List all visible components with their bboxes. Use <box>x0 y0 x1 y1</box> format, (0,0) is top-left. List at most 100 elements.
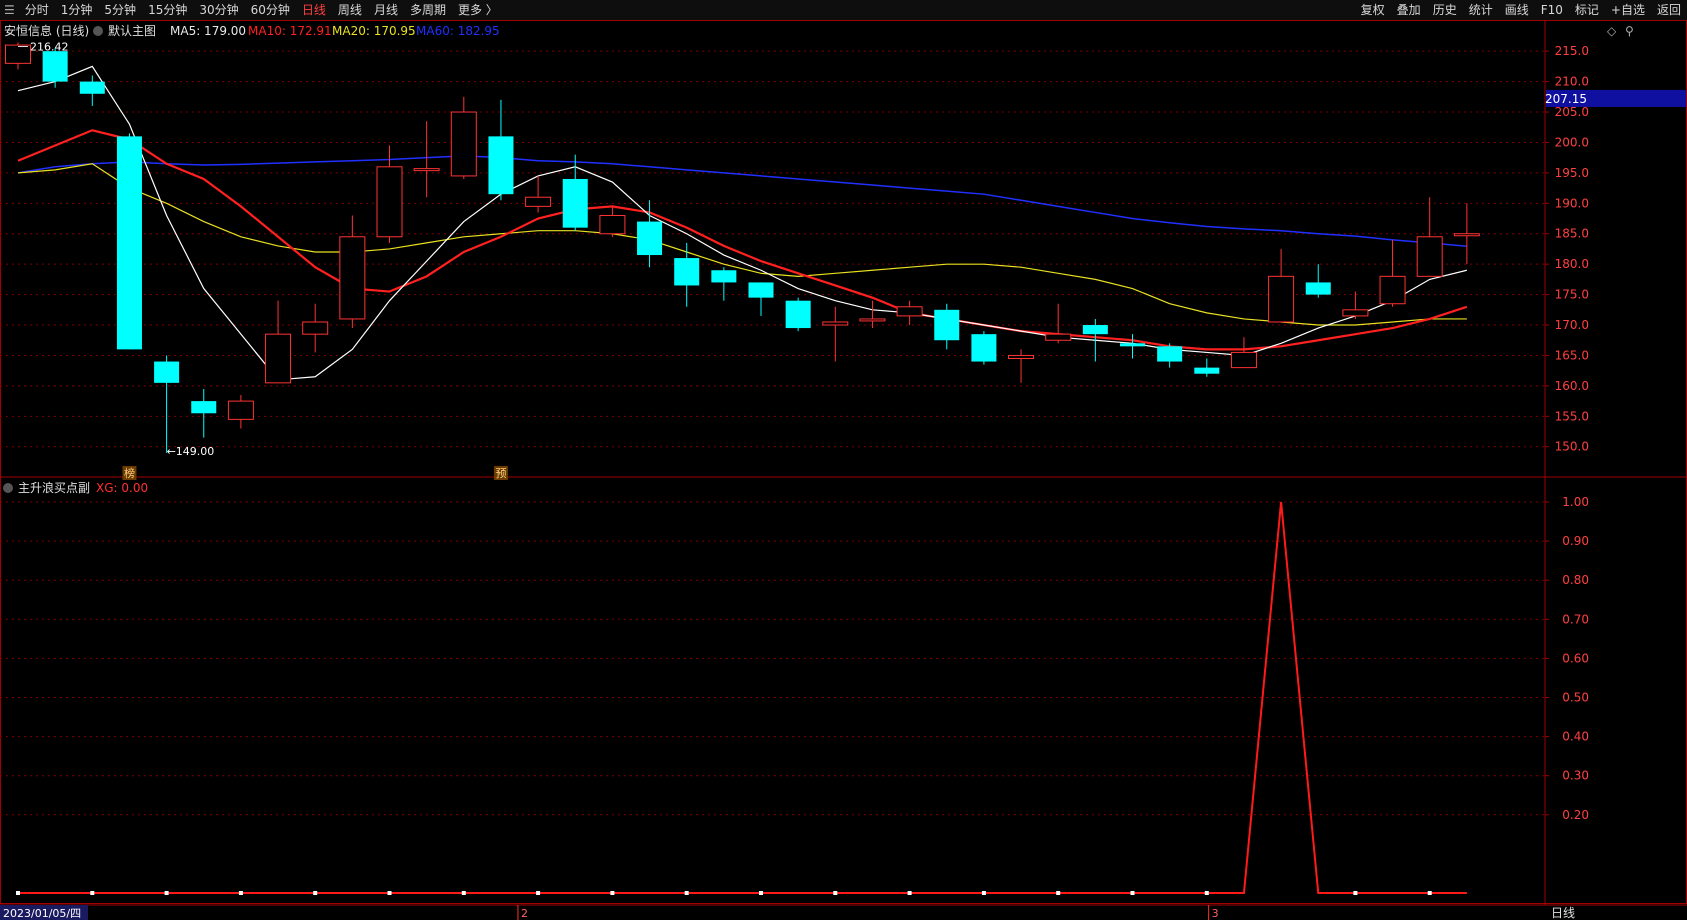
xg-point <box>164 891 169 895</box>
candle-body-up[interactable] <box>896 306 923 317</box>
kline-chart[interactable]: 215.0 210.0 205.0 200.0 195.0 190.0 185.0 180.0… <box>0 20 1687 920</box>
toolbar-button-8[interactable]: 返回 <box>1651 0 1687 20</box>
candle-body-down[interactable] <box>748 282 774 298</box>
tab-period-9[interactable]: 多周期 <box>404 0 452 20</box>
template-toggle-icon[interactable] <box>93 26 103 36</box>
sub-y-tick-label: 0.90 <box>1562 534 1589 548</box>
tab-period-5[interactable]: 60分钟 <box>245 0 296 20</box>
period-tabs: ☰ 分时 1分钟 5分钟 15分钟 30分钟 60分钟 日线 周线 月线 多周期 更多 〉 <box>0 0 504 20</box>
candle-body-up[interactable] <box>1008 354 1035 360</box>
tab-period-7[interactable]: 周线 <box>332 0 368 20</box>
candle-body-up[interactable] <box>1379 275 1406 305</box>
ma10-line <box>17 129 1468 351</box>
candle-body-down[interactable] <box>79 81 105 94</box>
candle-body-down[interactable] <box>637 221 663 256</box>
event-marker-2: 预 <box>495 467 506 480</box>
y-tick-label: 150.0 <box>1555 440 1589 454</box>
high-label: 216.42 <box>30 41 69 54</box>
indicator-toggle-icon[interactable] <box>3 483 13 493</box>
toolbar-button-7[interactable]: +自选 <box>1605 0 1651 20</box>
candle-body-down[interactable] <box>711 270 737 283</box>
sub-y-tick-label: 0.60 <box>1562 651 1589 665</box>
candle-body-down[interactable] <box>674 258 700 286</box>
toolbar-button-4[interactable]: 画线 <box>1499 0 1535 20</box>
candle-body-up[interactable] <box>413 168 440 172</box>
candle-body-up[interactable] <box>1342 309 1369 317</box>
candle-body-down[interactable] <box>42 51 68 82</box>
candle-body-down[interactable] <box>1157 346 1183 362</box>
diamond-icon: ◇ <box>1607 24 1617 38</box>
y-tick-label: 160.0 <box>1555 379 1589 393</box>
candle-body-down[interactable] <box>971 334 997 362</box>
candle-body-down[interactable] <box>1120 343 1145 347</box>
ma20-legend: MA20: 170.95 <box>332 24 416 38</box>
sub-y-tick-label: 1.00 <box>1562 495 1589 509</box>
low-label: ←149.00 <box>167 445 215 458</box>
candle-body-down[interactable] <box>1082 325 1108 335</box>
toolbar-button-3[interactable]: 统计 <box>1463 0 1499 20</box>
candle-body-down[interactable] <box>934 309 960 341</box>
xg-point <box>981 891 986 895</box>
toolbar-button-0[interactable]: 复权 <box>1355 0 1391 20</box>
candle-body-up[interactable] <box>859 318 886 322</box>
candle-body-up[interactable] <box>302 321 329 335</box>
candle-body-up[interactable] <box>599 214 626 235</box>
ma60-legend: MA60: 182.95 <box>416 24 500 38</box>
toolbar-button-2[interactable]: 历史 <box>1427 0 1463 20</box>
period-toolbar: ☰ 分时 1分钟 5分钟 15分钟 30分钟 60分钟 日线 周线 月线 多周期 更多 〉 复权 叠加… <box>0 0 1687 21</box>
candle-body-down[interactable] <box>154 361 180 383</box>
sub-y-tick-label: 0.30 <box>1562 769 1589 783</box>
candle-body-up[interactable] <box>376 166 403 238</box>
tab-period-1[interactable]: 1分钟 <box>55 0 99 20</box>
candle-body-down[interactable] <box>562 178 588 228</box>
toolbar-button-6[interactable]: 标记 <box>1569 0 1605 20</box>
candle-body-down[interactable] <box>1194 367 1220 374</box>
xg-point <box>387 891 392 895</box>
sub-y-tick-label: 0.70 <box>1562 612 1589 626</box>
sub-y-tick-label: 0.80 <box>1562 573 1589 587</box>
y-tick-label: 205.0 <box>1555 105 1589 119</box>
tab-period-0[interactable]: 分时 <box>19 0 55 20</box>
sub-y-tick-label: 0.50 <box>1562 691 1589 705</box>
y-tick-label: 195.0 <box>1555 166 1589 180</box>
toolbar-button-1[interactable]: 叠加 <box>1391 0 1427 20</box>
toolbar-button-5[interactable]: F10 <box>1535 0 1569 20</box>
candle-body-down[interactable] <box>488 136 514 195</box>
tab-period-10[interactable]: 更多 〉 <box>452 0 504 20</box>
candle-body-up[interactable] <box>339 236 366 320</box>
tab-period-4[interactable]: 30分钟 <box>193 0 244 20</box>
candle-body-up[interactable] <box>822 321 849 326</box>
period-label: 日线 <box>1551 906 1575 920</box>
candle-body-up[interactable] <box>1416 236 1443 277</box>
candle-body-up[interactable] <box>227 400 254 420</box>
xg-point <box>313 891 318 895</box>
candle-body-up[interactable] <box>5 44 31 64</box>
y-tick-label: 180.0 <box>1555 257 1589 271</box>
xg-point <box>684 891 689 895</box>
candle-body-up[interactable] <box>1453 233 1480 237</box>
candle-body-up[interactable] <box>450 111 477 177</box>
candle-body-up[interactable] <box>525 196 552 207</box>
tab-period-3[interactable]: 15分钟 <box>142 0 193 20</box>
candle-body-up[interactable] <box>1230 351 1257 369</box>
tab-period-6[interactable]: 日线 <box>296 0 332 20</box>
candle-body-down[interactable] <box>191 401 217 414</box>
xg-point <box>238 891 243 895</box>
stock-label: 安恒信息 (日线) <box>4 23 89 38</box>
y-tick-label: 210.0 <box>1555 75 1589 89</box>
candle-body-down[interactable] <box>785 300 811 329</box>
window-menu-icon[interactable]: ☰ <box>0 0 19 20</box>
tab-period-8[interactable]: 月线 <box>368 0 404 20</box>
function-buttons: 复权 叠加 历史 统计 画线 F10 标记 +自选 返回 <box>1355 0 1687 20</box>
xg-value-label: XG: 0.00 <box>96 481 148 495</box>
indicator-label: 主升浪买点副 <box>18 480 90 495</box>
candle-body-down[interactable] <box>116 136 142 350</box>
candle-body-down[interactable] <box>1305 282 1331 295</box>
sub-y-tick-label: 0.20 <box>1562 808 1589 822</box>
candle-body-up[interactable] <box>265 333 292 384</box>
candle-body-up[interactable] <box>1045 333 1072 341</box>
candle-body-up[interactable] <box>1268 275 1295 323</box>
xg-point <box>536 891 541 895</box>
tab-period-2[interactable]: 5分钟 <box>98 0 142 20</box>
xg-point <box>759 891 763 895</box>
